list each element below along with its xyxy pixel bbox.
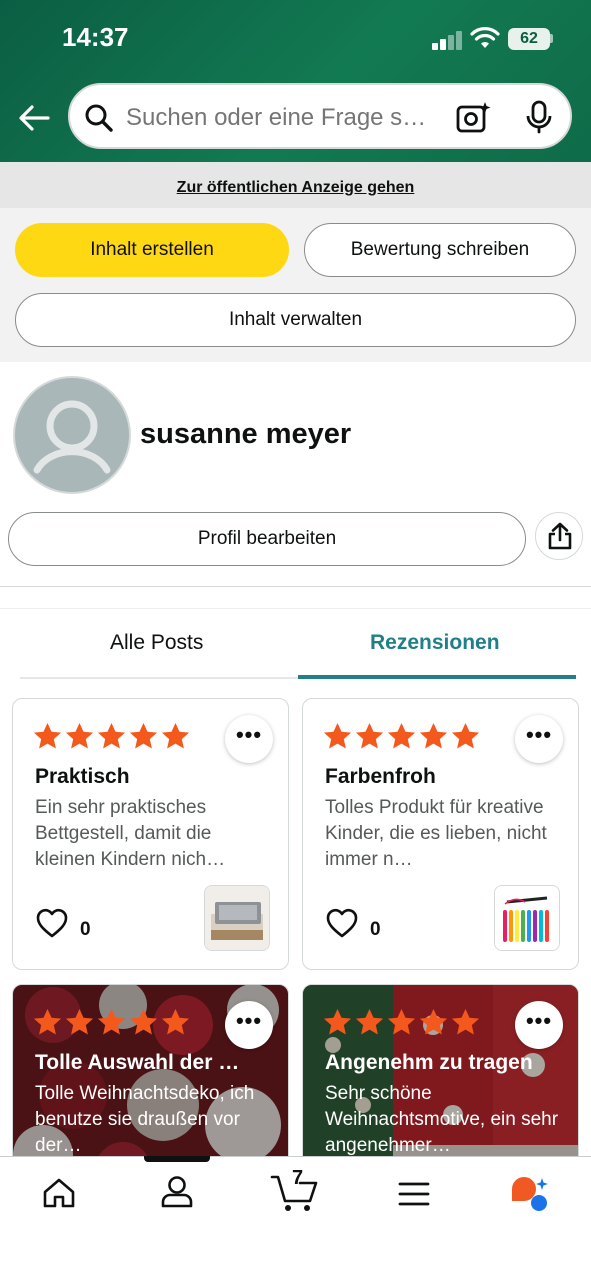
review-title: Angenehm zu tragen — [325, 1051, 533, 1074]
star-icon — [451, 722, 480, 749]
like-count: 0 — [370, 919, 381, 940]
like-count: 0 — [80, 919, 91, 940]
review-card[interactable]: ••• Tolle Auswahl der … Tolle Weihnachts… — [12, 984, 289, 1184]
star-icon — [355, 1008, 384, 1035]
star-icon — [355, 722, 384, 749]
search-input[interactable] — [126, 103, 436, 133]
tab-track — [20, 677, 298, 679]
star-icon — [33, 722, 62, 749]
star-icon — [387, 1008, 416, 1035]
user-silhouette-icon — [33, 400, 111, 474]
share-button[interactable] — [535, 512, 583, 560]
write-review-button[interactable]: Bewertung schreiben — [304, 223, 576, 277]
tab-reviews[interactable]: Rezensionen — [370, 631, 500, 655]
wifi-icon — [470, 27, 500, 48]
microphone-icon[interactable] — [524, 100, 554, 134]
star-icon — [387, 722, 416, 749]
review-card[interactable]: ••• Farbenfroh Tolles Produkt für kreati… — [302, 698, 579, 970]
review-card[interactable]: ••• Angenehm zu tragen Sehr schöne Weihn… — [302, 984, 579, 1184]
star-icon — [65, 1008, 94, 1035]
create-content-button[interactable]: Inhalt erstellen — [15, 223, 289, 277]
star-icon — [33, 1008, 62, 1035]
star-rating — [322, 721, 481, 752]
star-rating — [322, 1007, 481, 1038]
battery-indicator: 62 — [508, 28, 550, 50]
star-icon — [161, 1008, 190, 1035]
heart-icon[interactable] — [325, 907, 359, 939]
star-icon — [97, 722, 126, 749]
tab-all-posts[interactable]: Alle Posts — [110, 631, 203, 655]
star-icon — [419, 1008, 448, 1035]
status-time: 14:37 — [62, 22, 129, 52]
review-text: Tolle Weihnachtsdeko, ich benutze sie dr… — [35, 1083, 255, 1156]
star-rating — [32, 721, 191, 752]
back-arrow-icon[interactable] — [16, 100, 52, 136]
cart-button[interactable]: 7 — [270, 1167, 320, 1213]
public-view-banner: Zur öffentlichen Anzeige gehen — [0, 162, 591, 208]
app-header: 14:37 62 — [0, 0, 591, 162]
active-tab-indicator — [298, 675, 576, 679]
review-card[interactable]: ••• Praktisch Ein sehr praktisches Bettg… — [12, 698, 289, 970]
more-options-button[interactable]: ••• — [225, 715, 273, 763]
star-icon — [451, 1008, 480, 1035]
star-icon — [323, 722, 352, 749]
review-title: Praktisch — [35, 765, 130, 788]
cart-count: 7 — [292, 1167, 304, 1189]
edit-profile-button[interactable]: Profil bearbeiten — [8, 512, 526, 566]
camera-search-icon[interactable] — [456, 101, 492, 133]
star-icon — [129, 722, 158, 749]
search-icon — [85, 104, 113, 132]
cellular-signal-icon — [432, 30, 464, 50]
star-icon — [97, 1008, 126, 1035]
bed-rail-image — [205, 886, 269, 950]
more-options-button[interactable]: ••• — [515, 715, 563, 763]
home-icon[interactable] — [42, 1177, 76, 1209]
heart-icon[interactable] — [35, 907, 69, 939]
more-options-button[interactable]: ••• — [515, 1001, 563, 1049]
content-tabs: Alle Posts Rezensionen — [0, 608, 591, 680]
battery-tip — [550, 34, 553, 43]
review-title: Tolle Auswahl der … — [35, 1051, 240, 1074]
search-bar[interactable] — [68, 83, 572, 149]
manage-content-button[interactable]: Inhalt verwalten — [15, 293, 576, 347]
divider — [0, 586, 591, 587]
profile-name: susanne meyer — [140, 418, 352, 450]
star-icon — [129, 1008, 158, 1035]
avatar — [13, 376, 131, 494]
ai-assistant-icon[interactable] — [508, 1175, 552, 1215]
menu-icon[interactable] — [398, 1181, 430, 1207]
review-title: Farbenfroh — [325, 765, 436, 788]
bottom-navigation: 7 — [0, 1156, 591, 1280]
star-icon — [419, 722, 448, 749]
share-icon — [548, 522, 572, 550]
star-icon — [161, 722, 190, 749]
more-options-button[interactable]: ••• — [225, 1001, 273, 1049]
star-icon — [323, 1008, 352, 1035]
home-indicator — [144, 1156, 210, 1162]
markers-image — [495, 886, 559, 950]
star-rating — [32, 1007, 191, 1038]
public-view-link[interactable]: Zur öffentlichen Anzeige gehen — [177, 179, 415, 197]
action-buttons-panel: Inhalt erstellen Bewertung schreiben Inh… — [0, 208, 591, 362]
product-thumbnail[interactable] — [204, 885, 270, 951]
review-text: Sehr schöne Weihnachtsmotive, ein sehr a… — [325, 1083, 559, 1156]
review-text: Ein sehr praktisches Bettgestell, damit … — [35, 797, 226, 870]
profile-icon[interactable] — [160, 1175, 194, 1209]
star-icon — [65, 722, 94, 749]
product-thumbnail[interactable] — [494, 885, 560, 951]
review-text: Tolles Produkt für kreative Kinder, die … — [325, 797, 547, 870]
